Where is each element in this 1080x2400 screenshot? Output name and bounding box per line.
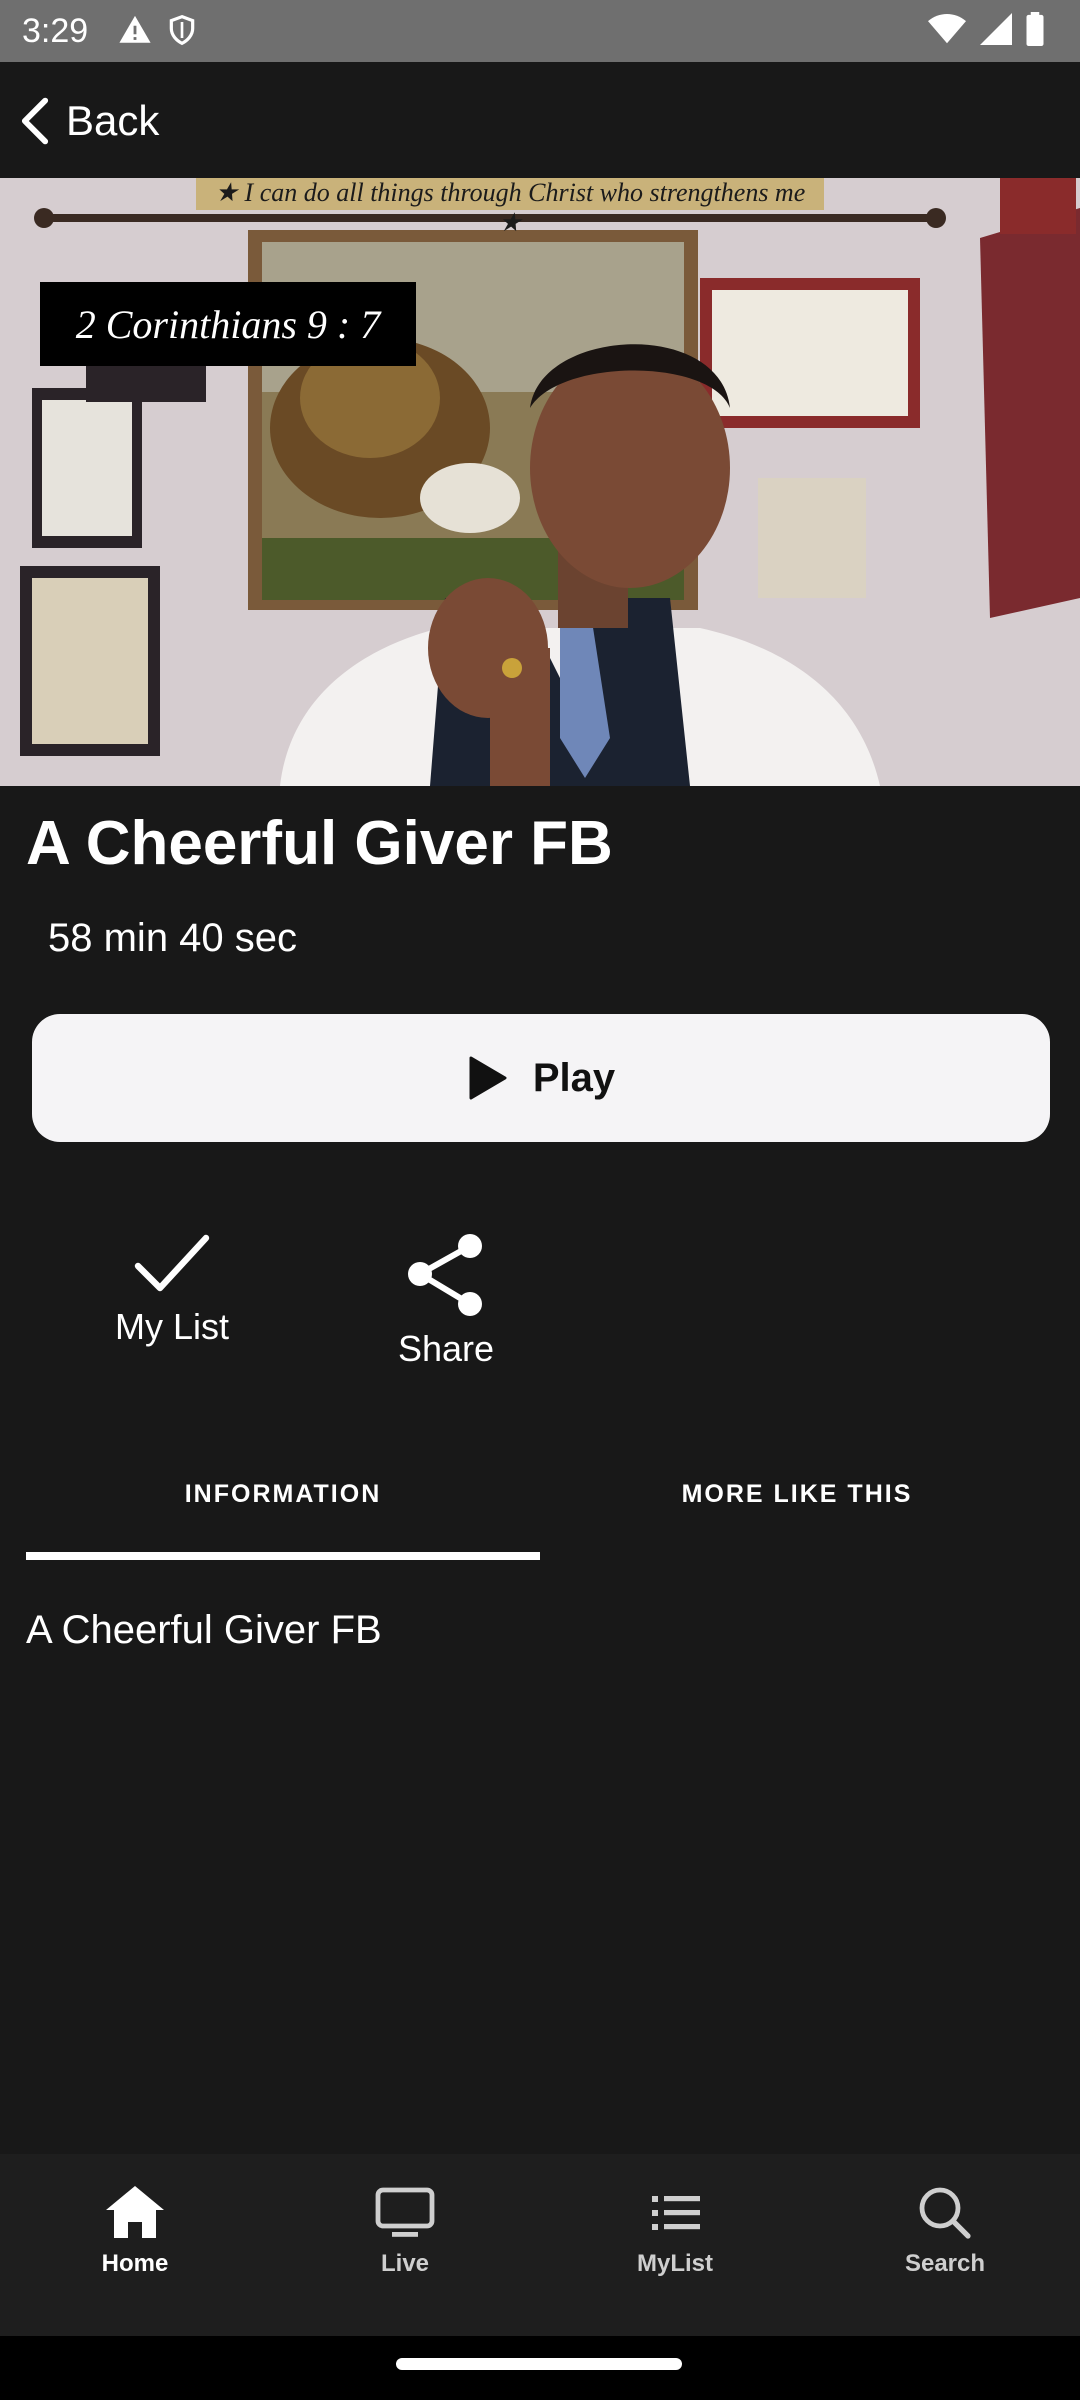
play-icon [469, 1056, 507, 1100]
scripture-caption: 2 Corinthians 9 : 7 [40, 282, 416, 366]
share-icon [408, 1234, 482, 1316]
play-button[interactable]: Play [32, 1014, 1050, 1142]
play-label: Play [532, 1055, 616, 1100]
checkmark-icon [134, 1234, 210, 1292]
list-icon [652, 2196, 700, 2230]
signal-icon [980, 13, 1012, 45]
home-gesture-bar[interactable] [396, 2358, 682, 2370]
my-list-label: My List [114, 1306, 229, 1347]
tab-information-label: INFORMATION [184, 1480, 382, 1508]
my-list-button[interactable]: My List [72, 1232, 272, 1372]
detail-tabs: INFORMATION MORE LIKE THIS [26, 1460, 1054, 1560]
selected-tab-indicator [26, 1552, 540, 1560]
home-icon [106, 2186, 164, 2238]
status-time: 3:29 [22, 12, 89, 50]
back-label: Back [66, 97, 160, 144]
nav-home[interactable]: Home [0, 2184, 270, 2304]
nav-search-label: Search [904, 2250, 986, 2277]
share-label: Share [397, 1328, 495, 1369]
nav-mylist[interactable]: MyList [540, 2184, 810, 2304]
status-bar: 3:29 [0, 0, 1080, 62]
video-thumbnail[interactable]: ★ I can do all things through Christ who… [0, 178, 1080, 786]
tab-more-like-this[interactable]: MORE LIKE THIS [540, 1460, 1054, 1560]
nav-mylist-label: MyList [636, 2250, 713, 2277]
nav-live[interactable]: Live [270, 2184, 540, 2304]
search-icon [919, 2187, 971, 2239]
wifi-icon [928, 13, 966, 44]
video-title: A Cheerful Giver FB [26, 809, 613, 878]
share-button[interactable]: Share [346, 1232, 546, 1372]
thumbnail-scene [0, 178, 1080, 786]
shield-icon [169, 14, 195, 46]
tab-information[interactable]: INFORMATION [26, 1460, 540, 1560]
top-bar: Back [0, 62, 1080, 178]
back-button[interactable]: Back [18, 90, 159, 152]
video-detail-page: 3:29 Back ★ I can do all things through … [0, 0, 1080, 2400]
nav-search[interactable]: Search [810, 2184, 1080, 2304]
chevron-left-icon [21, 97, 49, 145]
tv-icon [375, 2187, 435, 2237]
information-description: A Cheerful Giver FB [26, 1608, 382, 1652]
bottom-navigation: Home Live MyList Search [0, 2154, 1080, 2336]
warning-icon [119, 15, 151, 43]
nav-live-label: Live [380, 2250, 430, 2277]
hero-banner-text: ★ I can do all things through Christ who… [214, 178, 806, 237]
battery-icon [1026, 12, 1044, 46]
system-gesture-area [0, 2336, 1080, 2400]
video-duration: 58 min 40 sec [48, 916, 298, 960]
nav-home-label: Home [101, 2250, 169, 2277]
tab-more-like-this-label: MORE LIKE THIS [681, 1480, 913, 1508]
